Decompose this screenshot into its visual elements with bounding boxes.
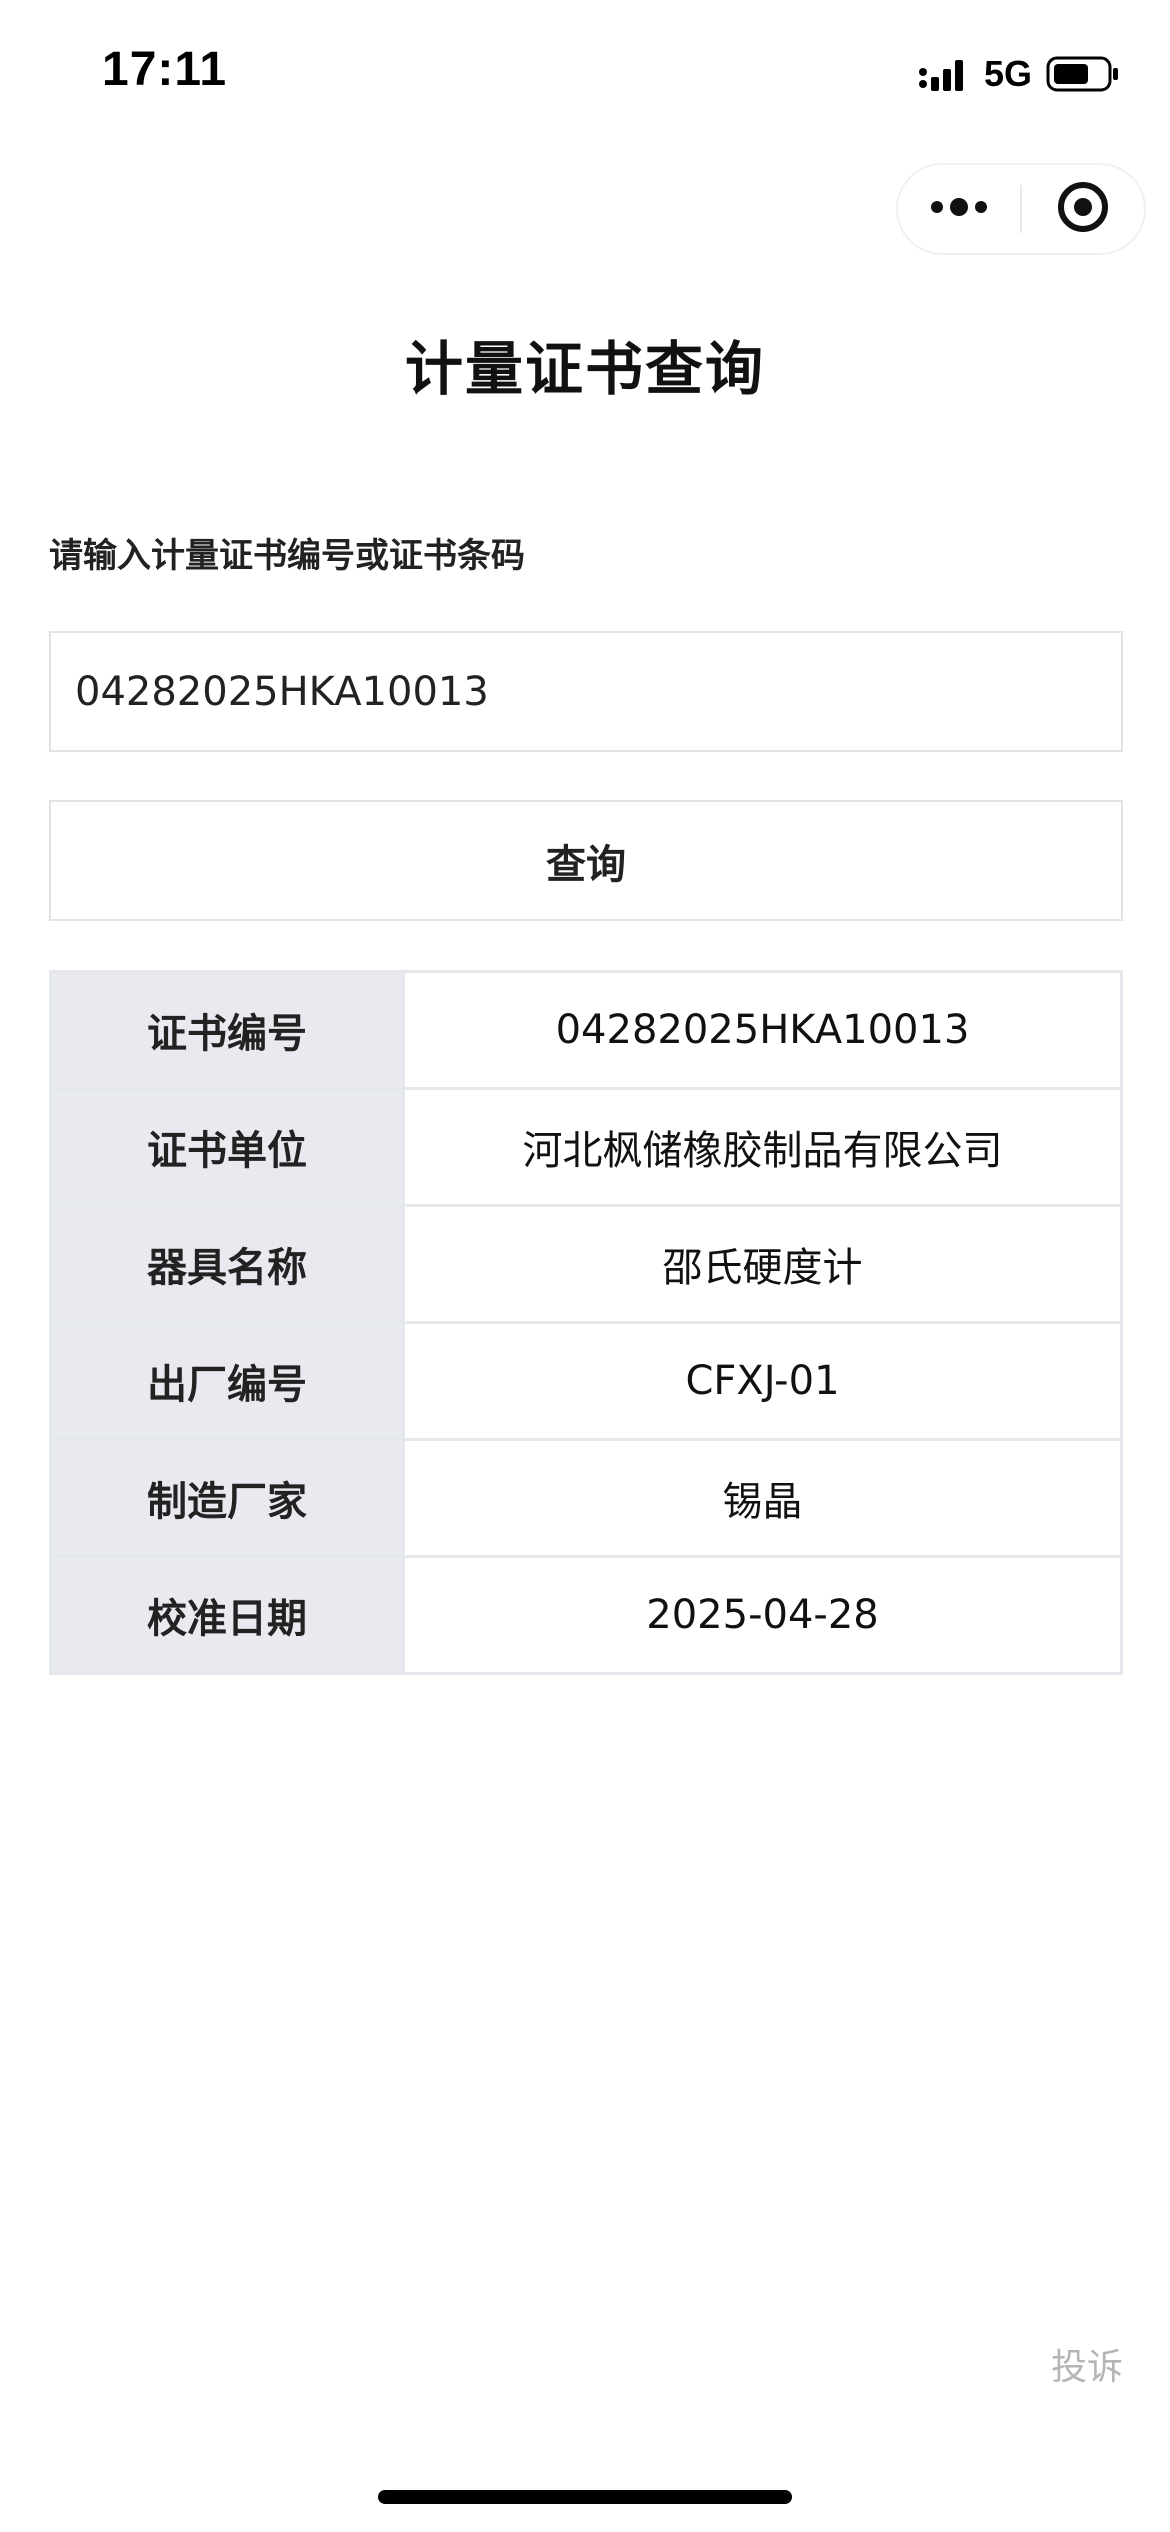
more-dots-icon	[929, 197, 989, 221]
table-row: 出厂编号 CFXJ-01	[49, 1321, 1123, 1441]
table-row: 证书编号 04282025HKA10013	[49, 970, 1123, 1090]
row-value: 锡晶	[402, 1438, 1123, 1558]
page-title: 计量证书查询	[404, 335, 765, 403]
battery-icon	[1046, 54, 1120, 94]
table-row: 证书单位 河北枫储橡胶制品有限公司	[49, 1087, 1123, 1207]
more-button[interactable]	[898, 165, 1020, 253]
complaint-link[interactable]: 投诉	[1051, 2338, 1123, 2390]
input-prompt-label: 请输入计量证书编号或证书条码	[49, 536, 525, 576]
status-time: 17:11	[102, 43, 228, 96]
row-label: 出厂编号	[49, 1321, 405, 1441]
close-miniprogram-button[interactable]	[1022, 165, 1144, 253]
result-table: 证书编号 04282025HKA10013 证书单位 河北枫储橡胶制品有限公司 …	[49, 970, 1123, 1675]
table-row: 制造厂家 锡晶	[49, 1438, 1123, 1558]
row-label: 制造厂家	[49, 1438, 405, 1558]
certificate-number-input[interactable]	[49, 631, 1123, 752]
row-value: CFXJ-01	[402, 1321, 1123, 1441]
signal-strength-icon	[918, 56, 970, 92]
network-type-label: 5G	[983, 53, 1032, 94]
row-value: 04282025HKA10013	[402, 970, 1123, 1090]
row-label: 证书单位	[49, 1087, 405, 1207]
row-label: 证书编号	[49, 970, 405, 1090]
row-label: 校准日期	[49, 1555, 405, 1675]
row-value: 河北枫储橡胶制品有限公司	[402, 1087, 1123, 1207]
status-indicators: 5G	[918, 52, 1120, 96]
row-label: 器具名称	[49, 1204, 405, 1324]
query-button[interactable]: 查询	[49, 800, 1123, 921]
row-value: 2025-04-28	[402, 1555, 1123, 1675]
row-value: 邵氏硬度计	[402, 1204, 1123, 1324]
target-close-icon	[1056, 180, 1110, 238]
mini-program-capsule	[896, 163, 1146, 255]
table-row: 校准日期 2025-04-28	[49, 1555, 1123, 1675]
table-row: 器具名称 邵氏硬度计	[49, 1204, 1123, 1324]
home-indicator[interactable]	[378, 2490, 792, 2504]
